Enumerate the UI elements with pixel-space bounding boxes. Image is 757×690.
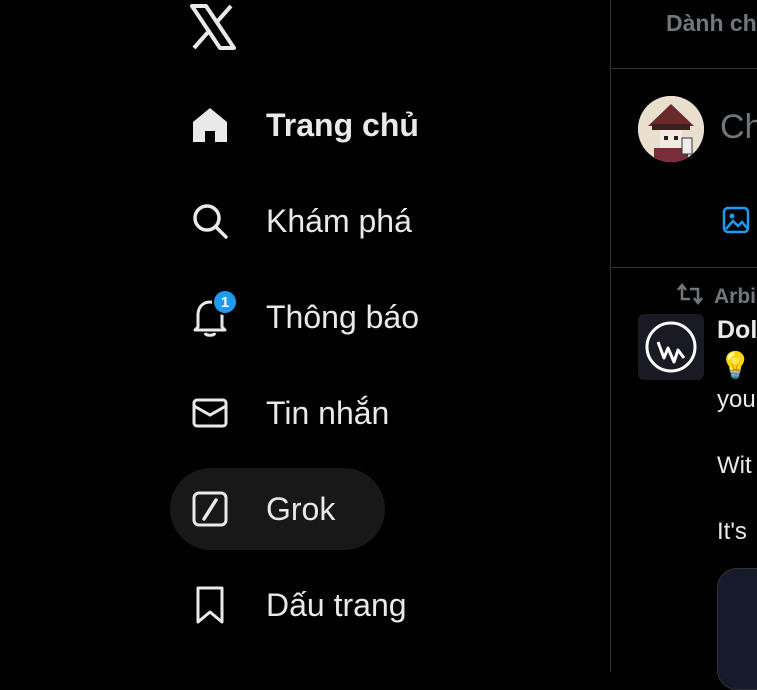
grok-icon [190,489,230,529]
image-icon[interactable] [722,206,750,234]
nav-item-notifications[interactable]: 1 Thông báo [170,276,451,358]
nav-item-label: Khám phá [266,202,412,239]
post-author-name[interactable]: Dol [717,316,757,345]
compose-input[interactable]: Ch [720,108,757,147]
header-divider [611,68,757,69]
tab-for-you[interactable]: Dành ch [666,10,757,37]
notification-badge: 1 [212,289,238,315]
retweet-icon [676,282,704,311]
search-icon [190,201,230,241]
lightbulb-icon: 💡 [719,350,752,380]
nav-item-home[interactable]: Trang chủ [170,84,451,166]
bookmark-icon [190,585,230,625]
nav-item-bookmarks[interactable]: Dấu trang [170,564,439,646]
post-text-line: It's [717,518,747,545]
post-text-line: you [717,386,756,413]
compose-divider [611,267,757,268]
mail-icon [190,393,230,433]
nav-item-explore[interactable]: Khám phá [170,180,444,262]
nav-item-label: Trang chủ [266,106,419,143]
nav-item-label: Dấu trang [266,586,407,623]
nav-item-grok[interactable]: Grok [170,468,385,550]
nav-item-label: Thông báo [266,298,420,335]
retweet-indicator: Arbi [676,282,756,311]
avatar[interactable] [638,96,704,162]
column-divider [610,0,611,672]
post-author-avatar[interactable] [638,314,704,380]
nav-item-label: Grok [266,490,336,527]
retweeter-name[interactable]: Arbi [714,285,756,309]
bell-icon: 1 [190,289,238,337]
x-logo-icon[interactable] [189,4,237,50]
home-icon [190,105,230,145]
nav-item-label: Tin nhắn [266,394,390,431]
nav-item-messages[interactable]: Tin nhắn [170,372,421,454]
post-text-line: Wit [717,452,752,479]
